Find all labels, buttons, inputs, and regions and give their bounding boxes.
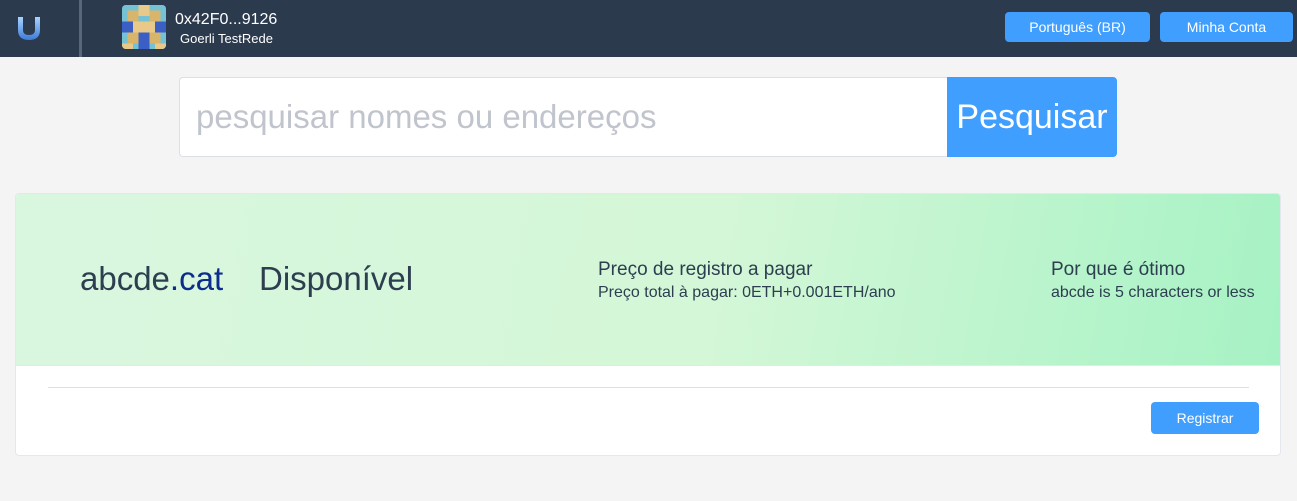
register-button[interactable]: Registrar (1151, 402, 1259, 434)
price-total: Preço total à pagar: 0ETH+0.001ETH/ano (598, 284, 896, 301)
card-divider (48, 387, 1249, 388)
domain-label: abcde (80, 260, 170, 297)
domain-result-card: abcde.cat Disponível Preço de registro a… (15, 193, 1281, 456)
domain-name: abcde.cat (80, 260, 223, 298)
price-title: Preço de registro a pagar (598, 259, 813, 280)
header-divider (79, 0, 82, 57)
search-button[interactable]: Pesquisar (947, 77, 1117, 157)
why-great-text: abcde is 5 characters or less (1051, 284, 1255, 301)
availability-status: Disponível (259, 260, 414, 297)
language-button[interactable]: Português (BR) (1005, 12, 1150, 42)
domain-result-summary: abcde.cat Disponível Preço de registro a… (16, 194, 1280, 366)
my-account-button[interactable]: Minha Conta (1160, 12, 1293, 42)
network-name: Goerli TestRede (180, 31, 273, 46)
search-input[interactable] (179, 77, 949, 157)
account-avatar[interactable] (122, 5, 166, 49)
why-great-title: Por que é ótimo (1051, 259, 1186, 280)
u-logo-icon[interactable] (14, 13, 44, 43)
domain-tld: .cat (169, 260, 224, 297)
top-navigation-bar: 0x42F0...9126 Goerli TestRede Português … (0, 0, 1297, 57)
wallet-address[interactable]: 0x42F0...9126 (175, 11, 277, 29)
